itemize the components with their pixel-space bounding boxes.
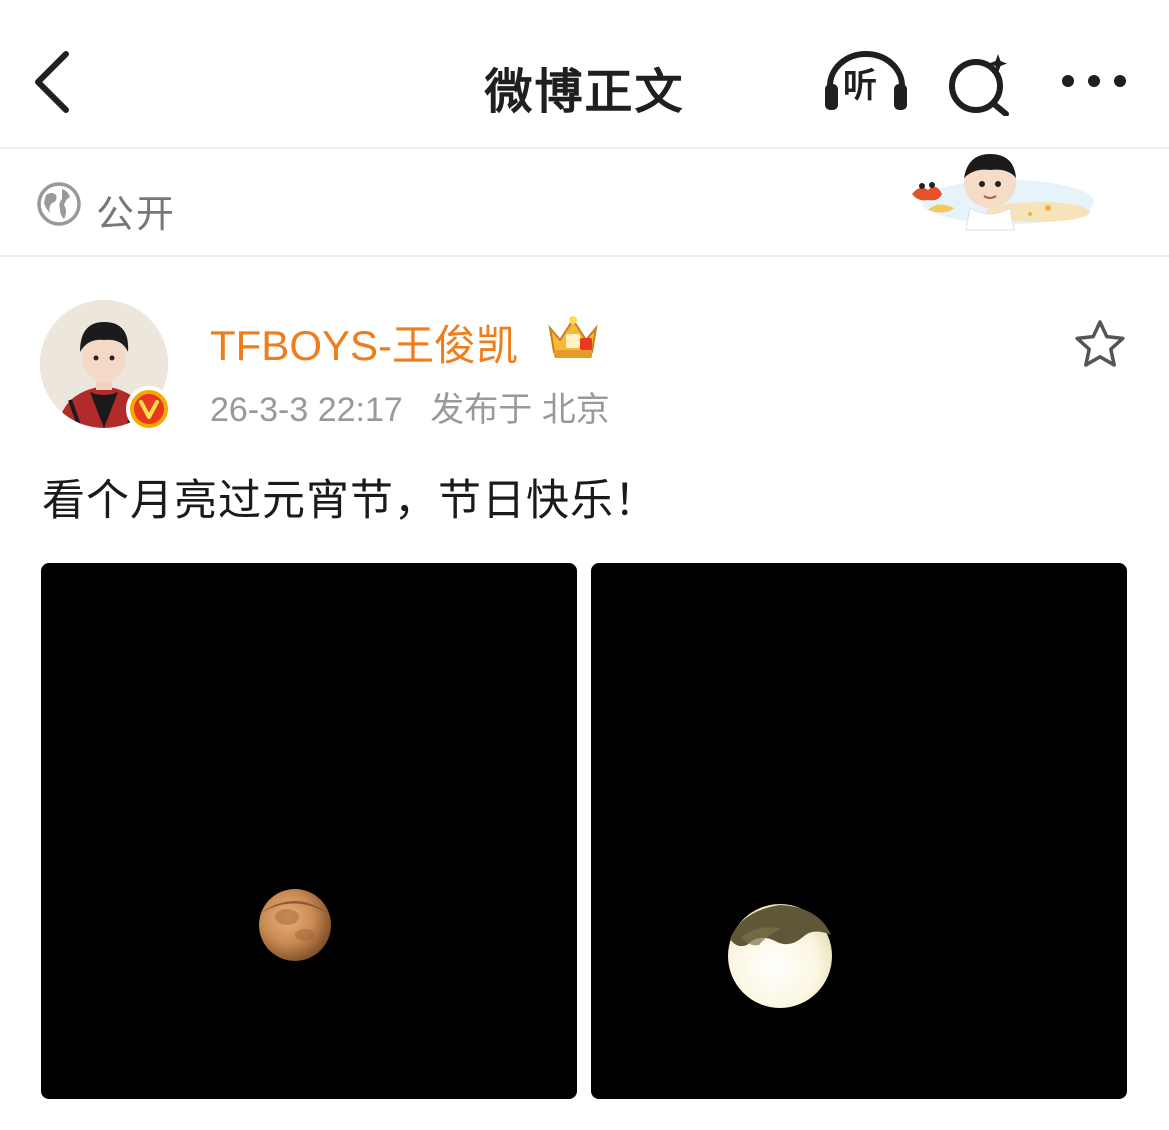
top-nav-bar: 微博正文 听 — [0, 0, 1169, 148]
listen-button[interactable]: 听 — [822, 48, 910, 114]
post-image-2[interactable] — [591, 563, 1127, 1099]
divider — [0, 255, 1169, 257]
star-icon — [1075, 320, 1125, 367]
visibility-label: 公开 — [96, 192, 177, 236]
post-text: 看个月亮过元宵节，节日快乐！ — [42, 476, 658, 526]
crown-icon — [544, 312, 602, 362]
verified-icon — [126, 386, 172, 432]
post-location: 发布于 北京 — [430, 391, 610, 429]
globe-icon — [36, 181, 82, 227]
search-icon — [949, 54, 1009, 117]
more-icon — [1062, 75, 1126, 87]
more-button[interactable] — [1058, 64, 1130, 98]
author-name[interactable]: TFBOYS-王俊凯 — [210, 312, 518, 373]
post-time: 26-3-3 22:17 — [210, 391, 403, 429]
post-meta: 26-3-3 22:17 发布于 北京 — [210, 382, 628, 431]
listen-label: 听 — [843, 66, 877, 106]
favorite-button[interactable] — [1072, 318, 1128, 372]
decorative-banner — [898, 150, 1094, 232]
search-button[interactable] — [946, 50, 1016, 117]
post-image-1[interactable] — [41, 563, 577, 1099]
